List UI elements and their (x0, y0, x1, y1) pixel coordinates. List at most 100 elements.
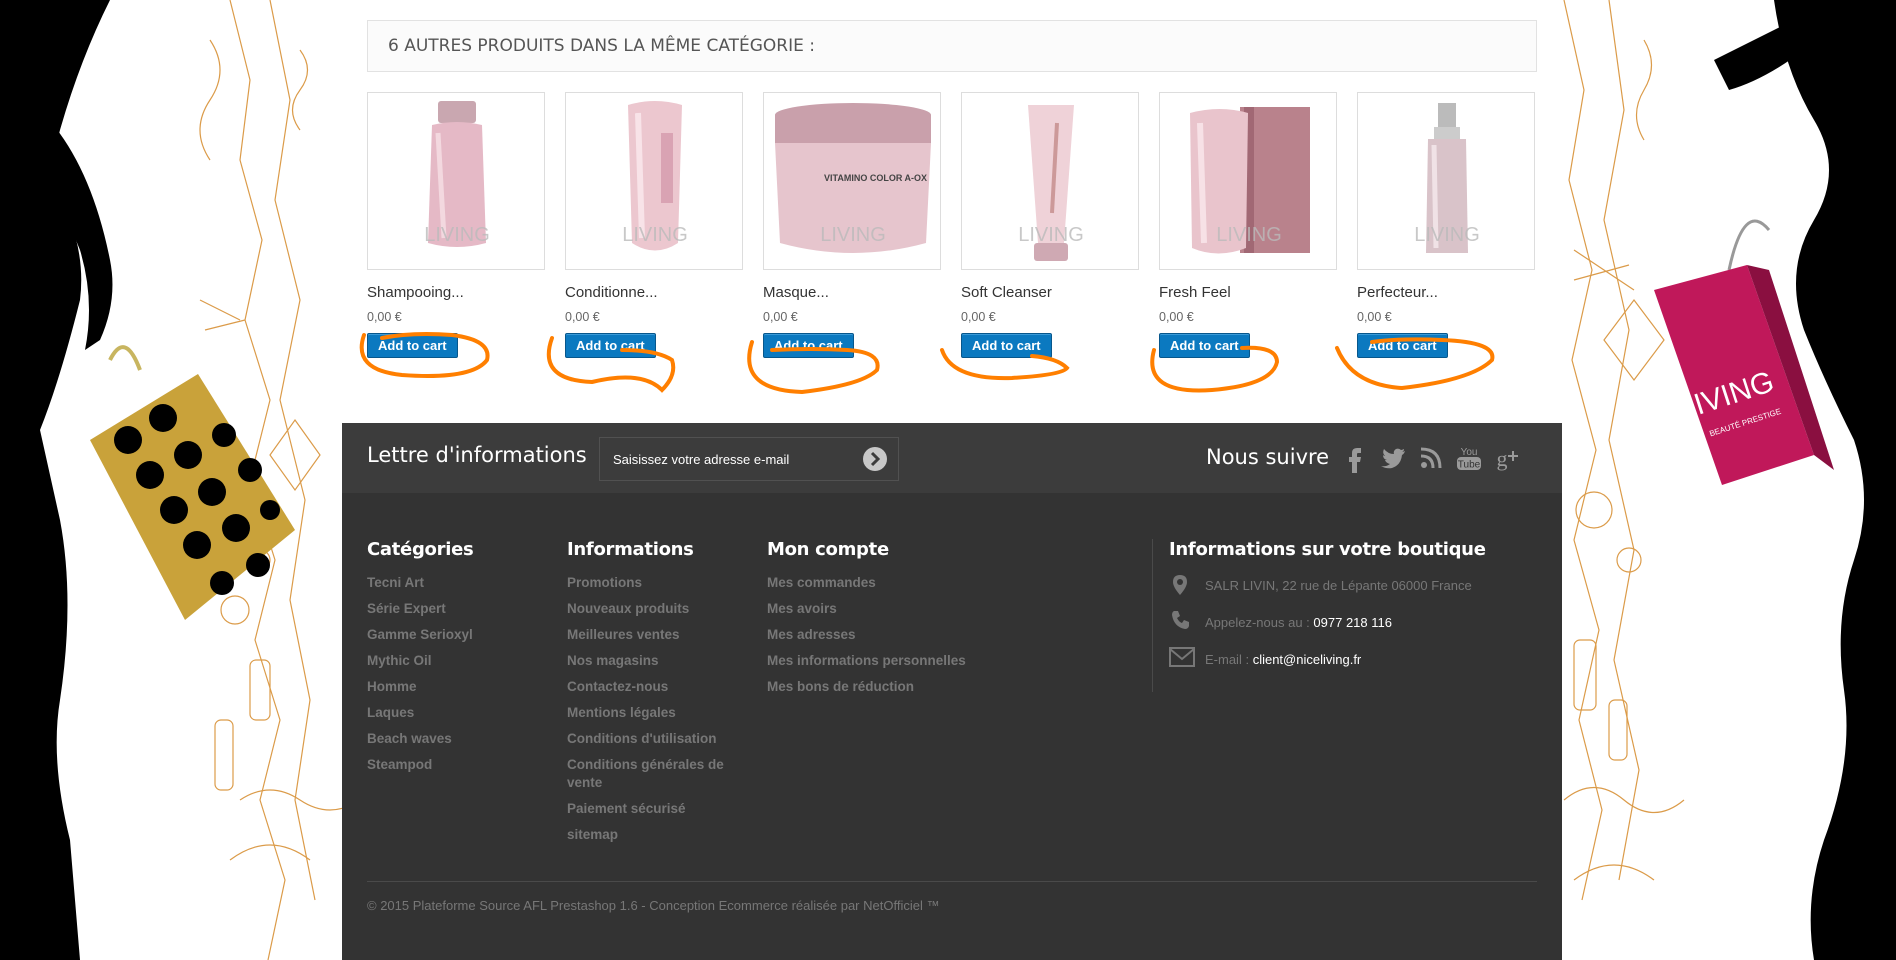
product-image[interactable]: LIVING (565, 92, 743, 270)
svg-text:LIVING: LIVING (1018, 224, 1084, 246)
svg-text:VITAMINO COLOR A-OX: VITAMINO COLOR A-OX (824, 173, 927, 183)
related-products-heading: 6 autres produits dans la même catégorie… (367, 20, 1537, 72)
footer-categories: Catégories Tecni Art Série Expert Gamme … (367, 539, 474, 782)
product-name[interactable]: Conditionne... (565, 284, 743, 301)
newsletter-title: Lettre d'informations (367, 443, 587, 467)
product-image[interactable]: LIVING (1159, 92, 1337, 270)
info-link[interactable]: sitemap (567, 826, 737, 844)
add-to-cart-button[interactable]: Add to cart (763, 333, 854, 358)
svg-text:LIVING: LIVING (424, 224, 490, 246)
product-price: 0,00 € (1159, 310, 1194, 324)
copyright-text: © 2015 Plateforme Source AFL Prestashop … (367, 898, 940, 913)
facebook-icon[interactable] (1340, 443, 1370, 473)
right-decoration: LIVING BEAUTÉ PRESTIGE (1554, 0, 1896, 960)
info-link[interactable]: Mentions légales (567, 704, 737, 722)
product-price: 0,00 € (565, 310, 600, 324)
info-link[interactable]: Nos magasins (567, 652, 737, 670)
google-plus-icon[interactable]: g (1492, 443, 1522, 473)
product-list: LIVING Shampooing... 0,00 € Add to cart … (367, 92, 1547, 412)
product-card: VITAMINO COLOR A-OX LIVING Masque... 0,0… (763, 92, 941, 358)
phone-label: Appelez-nous au : (1205, 615, 1310, 630)
product-card: LIVING Perfecteur... 0,00 € Add to cart (1357, 92, 1535, 358)
product-name[interactable]: Fresh Feel (1159, 284, 1337, 301)
rss-icon[interactable] (1416, 443, 1446, 473)
info-link[interactable]: Contactez-nous (567, 678, 737, 696)
product-image[interactable]: VITAMINO COLOR A-OX LIVING (763, 92, 941, 270)
info-link[interactable]: Conditions générales de vente (567, 756, 737, 792)
related-products-section: 6 autres produits dans la même catégorie… (342, 0, 1562, 423)
product-price: 0,00 € (961, 310, 996, 324)
info-link[interactable]: Paiement sécurisé (567, 800, 737, 818)
phone-number[interactable]: 0977 218 116 (1313, 615, 1392, 630)
info-link[interactable]: Promotions (567, 574, 737, 592)
product-price: 0,00 € (367, 310, 402, 324)
left-decoration (0, 0, 342, 960)
svg-text:LIVING: LIVING (820, 224, 886, 246)
account-title: Mon compte (767, 539, 889, 560)
add-to-cart-button[interactable]: Add to cart (1159, 333, 1250, 358)
youtube-icon[interactable]: You Tube (1454, 443, 1484, 473)
product-image[interactable]: LIVING (367, 92, 545, 270)
store-email: E-mail : client@niceliving.fr (1205, 652, 1361, 667)
footer-store-info: Informations sur votre boutique SALR LIV… (1152, 539, 1542, 667)
informations-title: Informations (567, 539, 694, 560)
map-marker-icon (1173, 575, 1187, 595)
svg-text:LIVING: LIVING (622, 224, 688, 246)
footer: Lettre d'informations Nous suivre You Tub… (342, 423, 1562, 960)
product-card: LIVING Conditionne... 0,00 € Add to cart (565, 92, 743, 358)
product-card: LIVING Fresh Feel 0,00 € Add to cart (1159, 92, 1337, 358)
email-link[interactable]: client@niceliving.fr (1253, 652, 1362, 667)
newsletter-email-input[interactable] (599, 437, 899, 481)
product-price: 0,00 € (1357, 310, 1392, 324)
envelope-icon (1169, 647, 1195, 667)
account-link[interactable]: Mes bons de réduction (767, 678, 1027, 696)
store-phone: Appelez-nous au : 0977 218 116 (1205, 615, 1392, 630)
product-name[interactable]: Soft Cleanser (961, 284, 1139, 301)
svg-text:Tube: Tube (1458, 460, 1481, 471)
add-to-cart-button[interactable]: Add to cart (565, 333, 656, 358)
product-image[interactable]: LIVING (1357, 92, 1535, 270)
svg-text:You: You (1461, 447, 1478, 458)
product-price: 0,00 € (763, 310, 798, 324)
category-link[interactable]: Série Expert (367, 600, 473, 618)
category-link[interactable]: Gamme Serioxyl (367, 626, 473, 644)
info-link[interactable]: Conditions d'utilisation (567, 730, 737, 748)
product-card: LIVING Shampooing... 0,00 € Add to cart (367, 92, 545, 358)
product-name[interactable]: Shampooing... (367, 284, 545, 301)
footer-account: Mon compte Mes commandes Mes avoirs Mes … (767, 539, 1027, 704)
category-link[interactable]: Tecni Art (367, 574, 473, 592)
email-label: E-mail : (1205, 652, 1250, 667)
product-name[interactable]: Perfecteur... (1357, 284, 1535, 301)
chevron-right-icon (870, 451, 881, 467)
add-to-cart-button[interactable]: Add to cart (1357, 333, 1448, 358)
svg-text:LIVING: LIVING (1216, 224, 1282, 246)
categories-title: Catégories (367, 539, 474, 560)
svg-text:g: g (1497, 446, 1508, 471)
category-link[interactable]: Homme (367, 678, 473, 696)
phone-icon (1172, 611, 1189, 629)
account-link[interactable]: Mes adresses (767, 626, 1027, 644)
account-link[interactable]: Mes informations personnelles (767, 652, 1027, 670)
newsletter-bar: Lettre d'informations Nous suivre You Tub… (342, 423, 1562, 493)
svg-text:LIVING: LIVING (1414, 224, 1480, 246)
store-address: SALR LIVIN, 22 rue de Lépante 06000 Fran… (1205, 578, 1472, 593)
info-link[interactable]: Meilleures ventes (567, 626, 737, 644)
twitter-icon[interactable] (1378, 443, 1408, 473)
account-link[interactable]: Mes commandes (767, 574, 1027, 592)
category-link[interactable]: Steampod (367, 756, 473, 774)
store-info-title: Informations sur votre boutique (1169, 539, 1486, 560)
category-link[interactable]: Laques (367, 704, 473, 722)
main-column: 6 autres produits dans la même catégorie… (342, 0, 1562, 960)
footer-separator (367, 881, 1537, 882)
newsletter-submit-button[interactable] (863, 447, 887, 471)
info-link[interactable]: Nouveaux produits (567, 600, 737, 618)
add-to-cart-button[interactable]: Add to cart (961, 333, 1052, 358)
product-image[interactable]: LIVING (961, 92, 1139, 270)
category-link[interactable]: Mythic Oil (367, 652, 473, 670)
footer-informations: Informations Promotions Nouveaux produit… (567, 539, 737, 852)
category-link[interactable]: Beach waves (367, 730, 473, 748)
add-to-cart-button[interactable]: Add to cart (367, 333, 458, 358)
product-card: LIVING Soft Cleanser 0,00 € Add to cart (961, 92, 1139, 358)
product-name[interactable]: Masque... (763, 284, 941, 301)
account-link[interactable]: Mes avoirs (767, 600, 1027, 618)
